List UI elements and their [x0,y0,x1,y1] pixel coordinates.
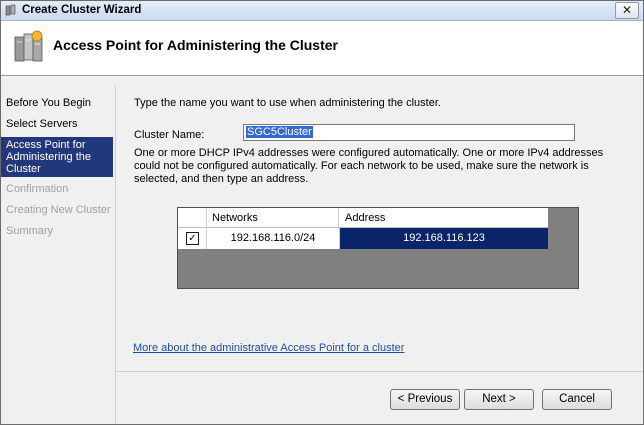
grid-header-networks[interactable]: Networks [207,208,339,227]
cluster-app-icon [5,4,16,16]
sidebar-item-access-point[interactable]: Access Point for Administering the Clust… [1,137,113,177]
sidebar-item-before-you-begin[interactable]: Before You Begin [1,97,113,109]
sidebar-item-select-servers[interactable]: Select Servers [1,118,113,130]
page-title: Access Point for Administering the Clust… [53,37,338,53]
cluster-name-input[interactable]: SGC5Cluster [243,124,575,141]
address-cell[interactable]: 192.168.116.123 [340,228,548,249]
close-icon: ✕ [621,3,633,17]
grid-header-address[interactable]: Address [340,208,548,227]
sidebar-item-creating-new-cluster: Creating New Cluster [6,204,111,216]
cancel-button[interactable]: Cancel [542,389,612,410]
close-button[interactable]: ✕ [615,2,639,19]
previous-button[interactable]: < Previous [390,389,460,410]
next-button[interactable]: Next > [464,389,534,410]
grid-header-check-column [178,208,207,227]
grid-header: Networks Address [178,208,548,228]
wizard-footer: < Previous Next > Cancel [116,371,643,424]
network-cell: 192.168.116.0/24 [207,228,340,249]
networks-grid: Networks Address ✓ 192.168.116.0/24 192.… [177,207,579,289]
cluster-name-label: Cluster Name: [134,129,205,141]
cluster-servers-icon [14,30,43,62]
access-point-help-link[interactable]: More about the administrative Access Poi… [133,342,404,354]
wizard-header: Access Point for Administering the Clust… [1,21,643,76]
sidebar-item-summary: Summary [6,225,54,237]
window-title: Create Cluster Wizard [22,4,142,16]
instruction-text: Type the name you want to use when admin… [134,97,441,109]
wizard-window: Create Cluster Wizard ✕ Access Point for… [0,0,644,425]
cluster-name-value: SGC5Cluster [246,126,313,138]
main-panel: Type the name you want to use when admin… [117,85,642,370]
wizard-steps-sidebar: Before You Begin Select Servers Access P… [1,85,116,424]
dhcp-description: One or more DHCP IPv4 addresses were con… [134,147,604,185]
title-bar[interactable]: Create Cluster Wizard ✕ [1,1,643,21]
table-row[interactable]: ✓ 192.168.116.0/24 192.168.116.123 [178,228,548,249]
network-checkbox[interactable]: ✓ [186,232,199,245]
sidebar-item-confirmation: Confirmation [6,183,69,195]
row-check-cell: ✓ [178,228,207,249]
